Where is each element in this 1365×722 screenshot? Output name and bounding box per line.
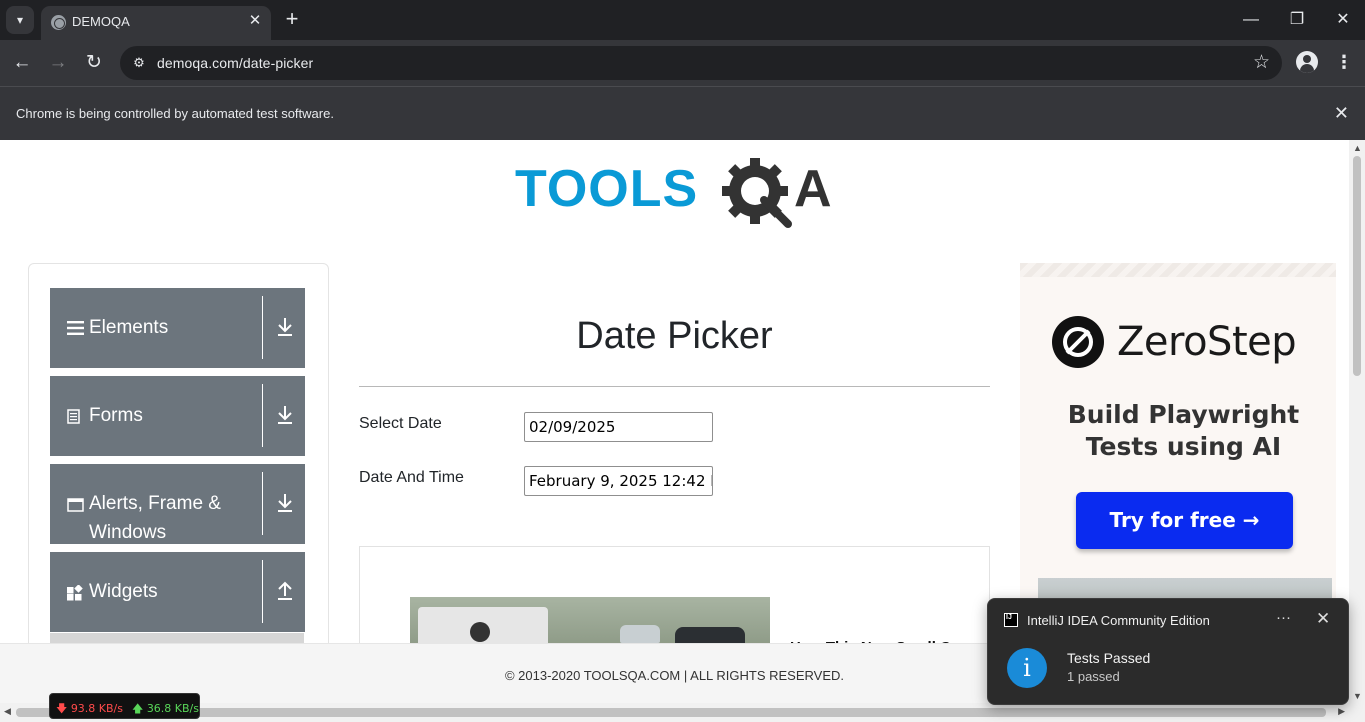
sidebar-group-alerts[interactable]: Alerts, Frame & Windows [50, 464, 305, 544]
ad-brand-name: ZeroStep [1117, 319, 1297, 365]
select-date-input[interactable]: 02/09/2025 [524, 412, 713, 442]
kebab-menu-icon[interactable]: ⋮ [1334, 49, 1354, 75]
browser-toolbar: ← → ↻ ⚙ demoqa.com/date-picker ☆ ⋮ [0, 40, 1365, 86]
site-info-icon[interactable]: ⚙ [128, 52, 150, 74]
automation-infobar: Chrome is being controlled by automated … [0, 86, 1365, 140]
divider [262, 560, 263, 623]
vertical-scrollbar[interactable]: ▲ ▼ [1349, 140, 1365, 703]
profile-avatar-icon[interactable] [1296, 51, 1318, 73]
notification-body: 1 passed [1067, 669, 1120, 684]
download-speed-value: 93.8 KB/s [70, 702, 123, 715]
sidebar-group-elements[interactable]: Elements [50, 288, 305, 368]
download-icon[interactable] [276, 316, 294, 338]
network-speed-widget: 🡇 93.8 KB/s 🡅 36.8 KB/s [49, 693, 200, 719]
left-sidebar: Elements Forms Alerts, Frame & Windows W… [28, 263, 329, 703]
upload-speed: 🡅 36.8 KB/s [132, 700, 199, 719]
address-bar[interactable]: ⚙ demoqa.com/date-picker ☆ [120, 46, 1282, 80]
new-tab-button[interactable]: + [281, 7, 303, 33]
upload-icon[interactable] [276, 580, 294, 602]
upload-speed-value: 36.8 KB/s [146, 702, 199, 715]
title-divider [359, 386, 990, 387]
gear-magnifier-icon [722, 158, 792, 228]
select-date-label: Select Date [359, 415, 442, 432]
scroll-up-icon[interactable]: ▲ [1353, 143, 1362, 153]
window-icon [67, 498, 84, 512]
globe-icon [51, 15, 66, 30]
tab-search-button[interactable]: ▾ [6, 6, 34, 34]
horizontal-scroll-thumb[interactable] [16, 708, 1326, 717]
toolsqa-logo[interactable]: TOOLS A [515, 154, 840, 230]
date-time-label: Date And Time [359, 469, 464, 486]
reload-button[interactable]: ↻ [81, 50, 107, 76]
restore-button[interactable]: ❐ [1282, 7, 1312, 33]
browser-tab-bar: ▾ DEMOQA ✕ + — ❐ ✕ [0, 0, 1365, 40]
scroll-left-icon[interactable]: ◀ [4, 706, 11, 717]
page-title: Date Picker [576, 315, 773, 357]
tab-title: DEMOQA [72, 14, 130, 29]
forward-button[interactable]: → [45, 50, 71, 76]
divider [262, 296, 263, 359]
document-icon [67, 409, 80, 424]
widgets-icon [67, 585, 83, 601]
van-detail [470, 622, 490, 642]
url-text[interactable]: demoqa.com/date-picker [157, 55, 313, 71]
ad-headline: Build Playwright Tests using AI [1067, 400, 1300, 461]
ad-try-free-button[interactable]: Try for free → [1076, 492, 1293, 549]
infobar-close-icon[interactable]: ✕ [1334, 103, 1349, 124]
browser-tab-active[interactable]: DEMOQA ✕ [41, 6, 271, 40]
scroll-down-icon[interactable]: ▼ [1353, 691, 1362, 701]
sidebar-group-label: Widgets [89, 581, 158, 602]
date-time-input[interactable]: February 9, 2025 12:42 PM [524, 466, 713, 496]
vertical-scroll-thumb[interactable] [1353, 156, 1361, 376]
divider [262, 472, 263, 535]
zerostep-logo-icon [1052, 316, 1104, 368]
intellij-notification[interactable]: IntelliJ IDEA Community Edition ··· ✕ i … [987, 598, 1349, 705]
up-arrow-icon: 🡅 [132, 702, 144, 715]
tab-close-icon[interactable]: ✕ [246, 12, 264, 30]
back-button[interactable]: ← [9, 50, 35, 76]
download-icon[interactable] [276, 404, 294, 426]
logo-tools-text: TOOLS [515, 160, 698, 218]
sidebar-group-label: Forms [89, 405, 143, 426]
hamburger-icon [67, 321, 84, 335]
download-speed: 🡇 93.8 KB/s [56, 700, 123, 719]
window-close-button[interactable]: ✕ [1328, 7, 1358, 33]
horizontal-scrollbar[interactable]: ◀ ▶ [0, 703, 1365, 722]
intellij-app-icon [1004, 613, 1018, 627]
notification-title: Tests Passed [1067, 650, 1151, 666]
logo-a-text: A [794, 160, 832, 218]
info-icon: i [1007, 648, 1047, 688]
ad-pattern [1020, 263, 1336, 277]
scroll-right-icon[interactable]: ▶ [1338, 706, 1345, 717]
notification-app-name: IntelliJ IDEA Community Edition [1027, 613, 1210, 628]
down-arrow-icon: 🡇 [56, 702, 68, 715]
divider [262, 384, 263, 447]
sidebar-group-widgets[interactable]: Widgets [50, 552, 305, 632]
sidebar-group-label: Alerts, Frame & Windows [89, 493, 221, 543]
minimize-button[interactable]: — [1236, 7, 1266, 33]
sidebar-group-label: Elements [89, 317, 169, 338]
download-icon[interactable] [276, 492, 294, 514]
chevron-down-icon: ▾ [16, 13, 24, 27]
notification-close-icon[interactable]: ✕ [1316, 609, 1330, 629]
more-options-icon[interactable]: ··· [1276, 609, 1291, 626]
infobar-message: Chrome is being controlled by automated … [16, 106, 334, 121]
sidebar-group-forms[interactable]: Forms [50, 376, 305, 456]
submenu-edge [50, 633, 304, 643]
car-shape [620, 625, 660, 643]
bookmark-star-icon[interactable]: ☆ [1253, 51, 1270, 74]
